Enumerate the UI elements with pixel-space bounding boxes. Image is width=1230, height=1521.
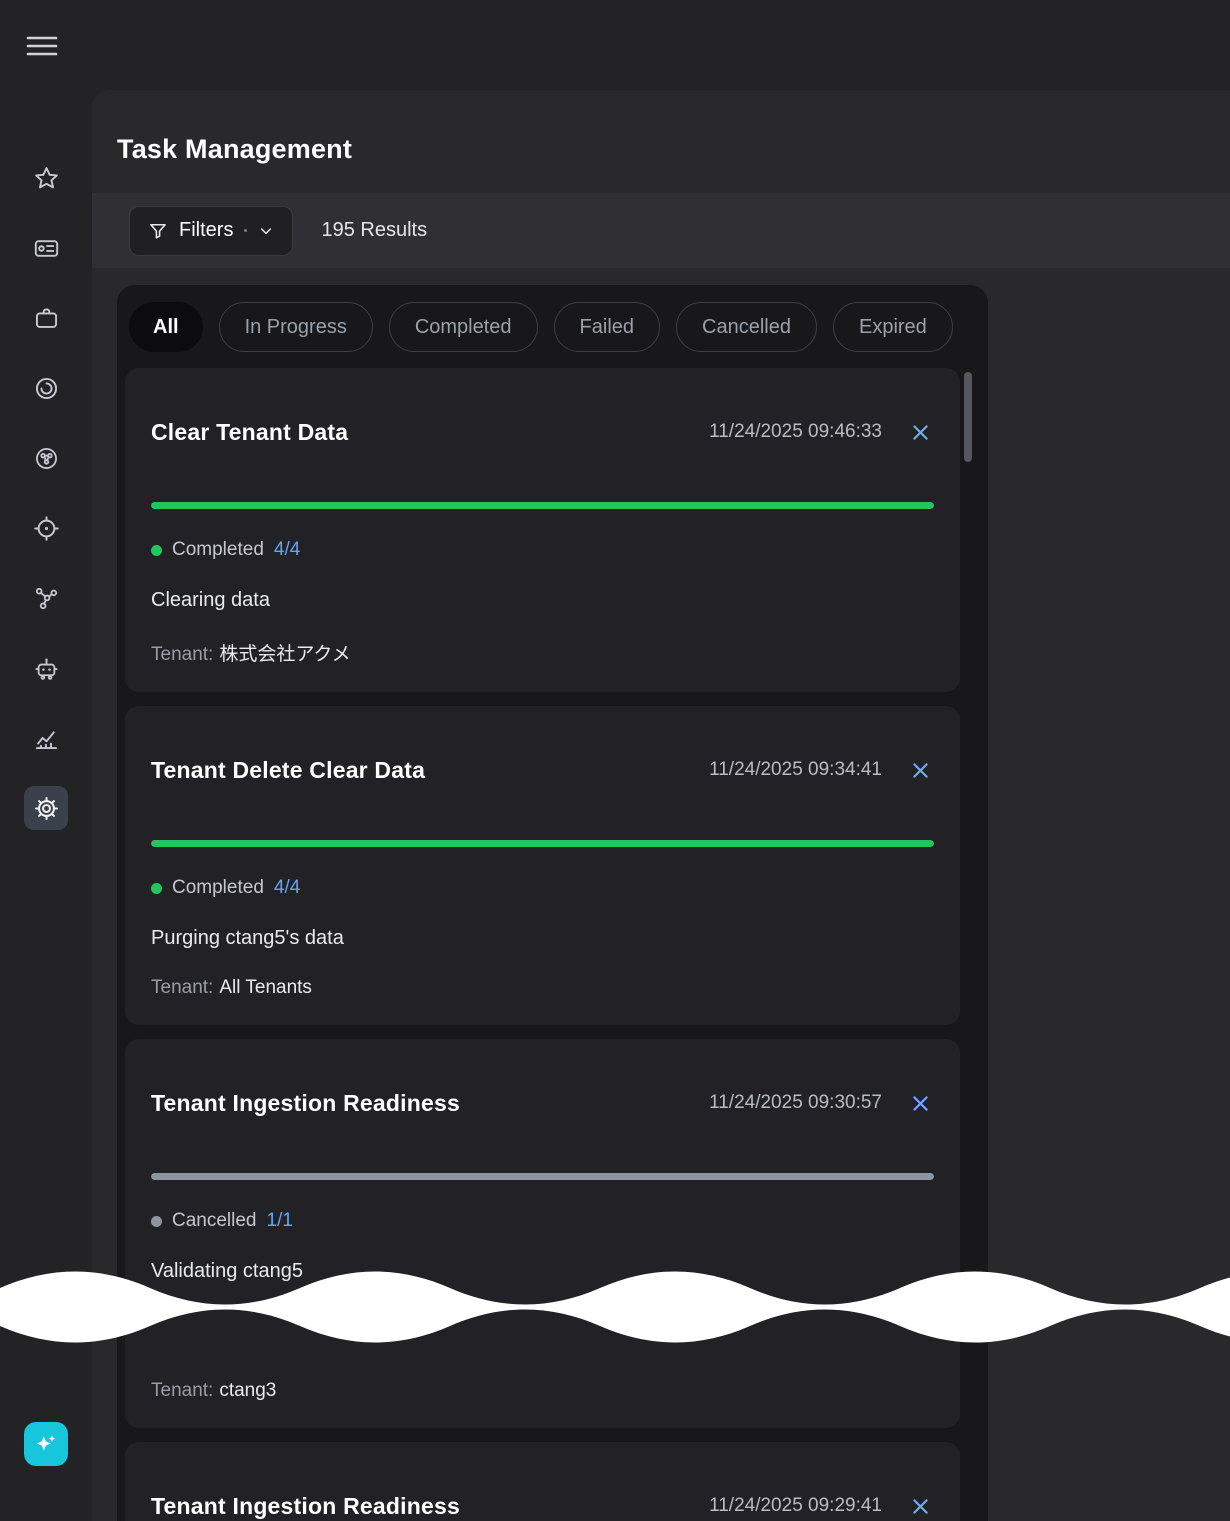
task-description: Purging ctang5's data xyxy=(151,927,934,950)
status-count: 1/1 xyxy=(267,1210,293,1232)
status-label: Completed xyxy=(172,539,264,561)
tenant-row: Tenant: ctang3 xyxy=(151,1380,934,1402)
filters-label: Filters xyxy=(179,219,233,242)
status-filter-tabs: All In Progress Completed Failed Cancell… xyxy=(117,285,988,352)
tenant-label: Tenant: xyxy=(151,644,213,665)
task-timestamp: 11/24/2025 09:46:33 xyxy=(709,421,882,443)
progress-bar xyxy=(151,502,934,509)
close-task-button[interactable] xyxy=(906,1492,934,1520)
main-panel: Task Management Filters 195 Results All … xyxy=(92,90,1230,1521)
separator-dot xyxy=(244,229,247,232)
sidebar-item-sessions[interactable] xyxy=(0,353,92,423)
sparkle-icon xyxy=(33,1431,59,1457)
sidebar-item-settings[interactable] xyxy=(0,773,92,843)
task-card: Tenant Delete Clear Data 11/24/2025 09:3… xyxy=(125,706,960,1025)
sidebar xyxy=(0,0,92,1521)
robot-icon xyxy=(33,655,60,682)
results-count: 195 Results xyxy=(321,219,427,242)
progress-fill xyxy=(151,502,934,509)
close-task-button[interactable] xyxy=(906,418,934,446)
task-timestamp: 11/24/2025 09:34:41 xyxy=(709,759,882,781)
sidebar-item-tracking[interactable] xyxy=(0,493,92,563)
tab-completed[interactable]: Completed xyxy=(389,302,538,352)
close-icon xyxy=(910,1093,931,1114)
tab-all[interactable]: All xyxy=(129,302,203,352)
progress-fill xyxy=(151,1173,934,1180)
status-label: Cancelled xyxy=(172,1210,257,1232)
tenant-value: ctang3 xyxy=(219,1380,276,1401)
close-task-button[interactable] xyxy=(906,756,934,784)
status-count: 4/4 xyxy=(274,877,300,899)
tab-in-progress[interactable]: In Progress xyxy=(219,302,373,352)
close-task-button[interactable] xyxy=(906,1089,934,1117)
close-icon xyxy=(910,760,931,781)
page-title: Task Management xyxy=(117,134,352,165)
chart-icon xyxy=(33,725,60,752)
task-timestamp: 11/24/2025 09:30:57 xyxy=(709,1092,882,1114)
status-dot xyxy=(151,883,162,894)
tenant-value: 株式会社アクメ xyxy=(219,644,350,665)
chevron-down-icon xyxy=(258,223,274,239)
tenant-label: Tenant: xyxy=(151,1380,213,1401)
task-timestamp: 11/24/2025 09:29:41 xyxy=(709,1495,882,1517)
task-title: Tenant Ingestion Readiness xyxy=(151,1090,709,1117)
sidebar-item-graph[interactable] xyxy=(0,563,92,633)
scrollbar-thumb[interactable] xyxy=(964,372,972,462)
sidebar-item-agents[interactable] xyxy=(0,633,92,703)
task-card: Tenant Ingestion Readiness 11/24/2025 09… xyxy=(125,1039,960,1428)
status-dot xyxy=(151,1216,162,1227)
progress-fill xyxy=(151,840,934,847)
task-card: Tenant Ingestion Readiness 11/24/2025 09… xyxy=(125,1442,960,1521)
tab-failed[interactable]: Failed xyxy=(554,302,660,352)
status-dot xyxy=(151,545,162,556)
briefcase-icon xyxy=(33,305,60,332)
sidebar-nav xyxy=(0,143,92,843)
tenant-row: Tenant: 株式会社アクメ xyxy=(151,639,934,666)
menu-icon xyxy=(26,33,58,59)
funnel-icon xyxy=(148,221,168,241)
sidebar-item-workspace[interactable] xyxy=(0,283,92,353)
disc-icon xyxy=(33,375,60,402)
assistant-button[interactable] xyxy=(24,1422,68,1466)
sidebar-item-wallet[interactable] xyxy=(0,213,92,283)
filter-bar: Filters 195 Results xyxy=(92,193,1230,268)
tenant-row: Tenant: All Tenants xyxy=(151,977,934,999)
progress-bar xyxy=(151,1173,934,1180)
sidebar-item-intelligence[interactable] xyxy=(0,423,92,493)
tenant-value: All Tenants xyxy=(219,977,312,998)
close-icon xyxy=(910,1496,931,1517)
task-description: Validating ctang5 xyxy=(151,1260,934,1283)
tab-cancelled[interactable]: Cancelled xyxy=(676,302,817,352)
status-row: Completed 4/4 xyxy=(151,877,934,899)
tab-expired[interactable]: Expired xyxy=(833,302,953,352)
status-label: Completed xyxy=(172,877,264,899)
gear-icon xyxy=(33,795,60,822)
network-icon xyxy=(33,585,60,612)
brain-icon xyxy=(33,445,60,472)
tenant-label: Tenant: xyxy=(151,977,213,998)
task-title: Tenant Ingestion Readiness xyxy=(151,1493,709,1520)
task-description: Clearing data xyxy=(151,589,934,612)
close-icon xyxy=(910,422,931,443)
sidebar-item-analytics[interactable] xyxy=(0,703,92,773)
task-title: Clear Tenant Data xyxy=(151,419,709,446)
task-cards: Clear Tenant Data 11/24/2025 09:46:33 Co… xyxy=(117,352,988,1521)
status-row: Cancelled 1/1 xyxy=(151,1210,934,1232)
task-title: Tenant Delete Clear Data xyxy=(151,757,709,784)
task-card: Clear Tenant Data 11/24/2025 09:46:33 Co… xyxy=(125,368,960,692)
wallet-icon xyxy=(33,235,60,262)
menu-button[interactable] xyxy=(24,28,60,64)
status-row: Completed 4/4 xyxy=(151,539,934,561)
target-icon xyxy=(33,515,60,542)
sidebar-item-favorites[interactable] xyxy=(0,143,92,213)
task-list-container: All In Progress Completed Failed Cancell… xyxy=(117,285,988,1521)
star-icon xyxy=(33,165,60,192)
progress-bar xyxy=(151,840,934,847)
status-count: 4/4 xyxy=(274,539,300,561)
filters-button[interactable]: Filters xyxy=(129,206,293,256)
app-window: Task Management Filters 195 Results All … xyxy=(0,0,1230,1521)
